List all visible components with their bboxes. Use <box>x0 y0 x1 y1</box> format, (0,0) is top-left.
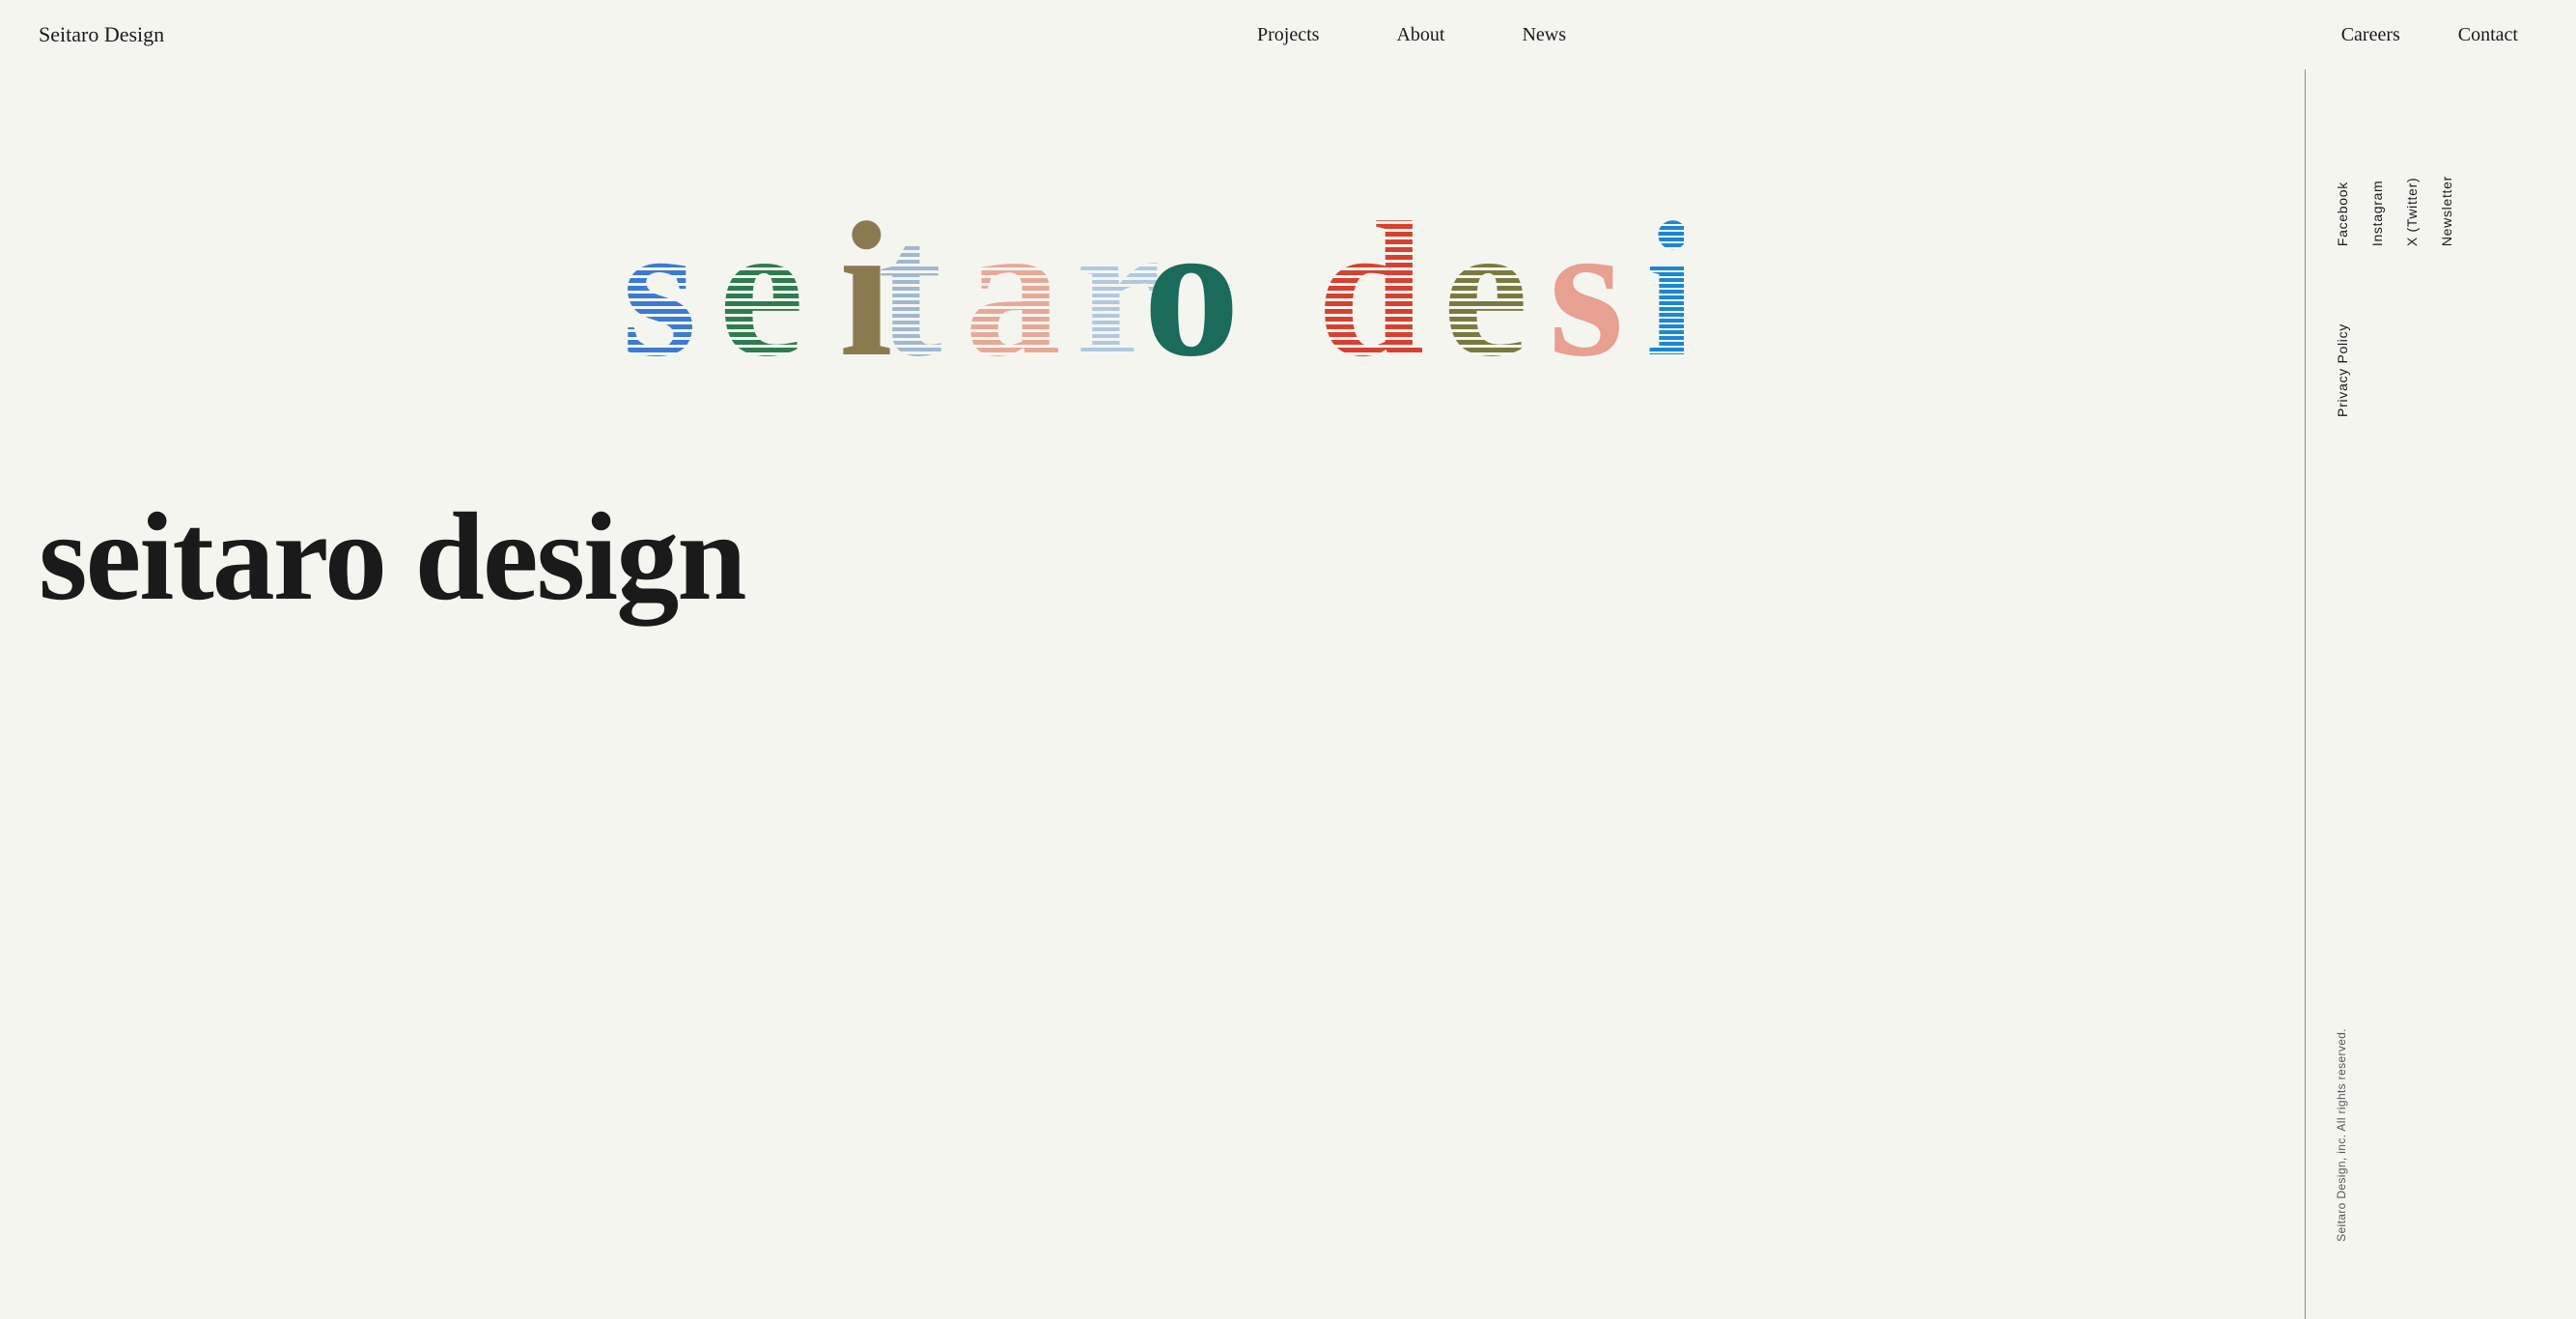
sidebar-link-twitter[interactable]: X (Twitter) <box>2404 166 2420 256</box>
vertical-divider <box>2305 0 2306 1319</box>
sidebar-link-newsletter[interactable]: Newsletter <box>2439 166 2454 256</box>
nav-contact[interactable]: Contact <box>2458 24 2518 46</box>
sidebar-link-instagram[interactable]: Instagram <box>2369 166 2385 256</box>
sidebar-copyright: Seitaro Design, inc. All rights reserved… <box>2335 1028 2348 1280</box>
nav-careers[interactable]: Careers <box>2341 24 2400 46</box>
nav-about[interactable]: About <box>1396 24 1444 46</box>
logo[interactable]: Seitaro Design <box>39 22 164 47</box>
main-content: s e i <box>0 0 2576 1319</box>
logo-graphic: s e i <box>39 185 2267 379</box>
nav-news[interactable]: News <box>1522 24 1566 46</box>
sidebar-bottom: Seitaro Design, inc. All rights reserved… <box>2335 1028 2348 1280</box>
nav-projects[interactable]: Projects <box>1257 24 1319 46</box>
sidebar-link-facebook[interactable]: Facebook <box>2335 166 2350 256</box>
right-sidebar: Facebook Instagram X (Twitter) Newslette… <box>2306 70 2576 1319</box>
main-title: seitaro design <box>39 494 745 620</box>
sidebar-privacy-policy[interactable]: Privacy Policy <box>2335 314 2350 427</box>
content-area: s e i <box>0 70 2306 1319</box>
sidebar-social-links: Facebook Instagram X (Twitter) Newslette… <box>2335 166 2474 256</box>
nav-center: Projects About News <box>1257 24 1566 46</box>
header: Seitaro Design Projects About News Caree… <box>0 0 2576 70</box>
nav-right: Careers Contact <box>2341 24 2537 46</box>
